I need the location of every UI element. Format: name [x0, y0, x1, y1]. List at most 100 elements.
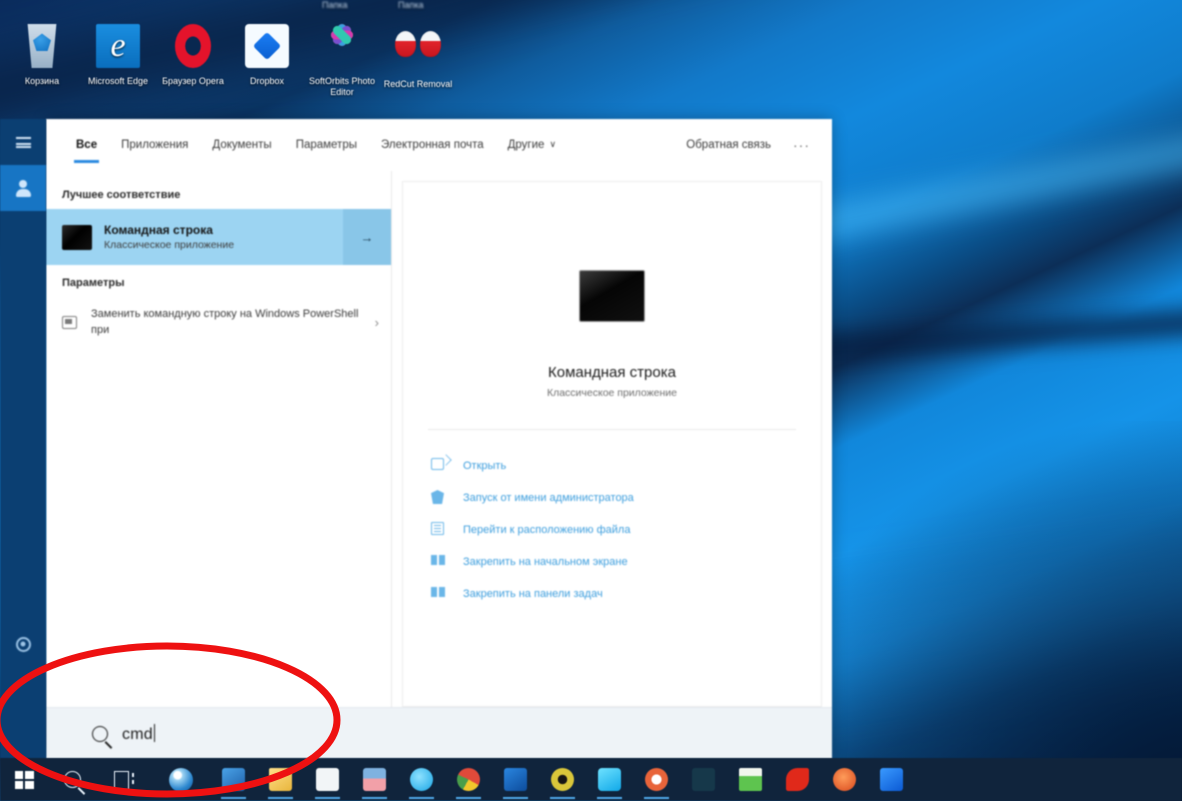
action-open-file-location[interactable]: Перейти к расположению файла — [431, 514, 821, 546]
taskbar-app[interactable] — [304, 758, 351, 801]
taskbar-app[interactable] — [257, 758, 304, 801]
taskbar-app[interactable] — [398, 758, 445, 801]
taskbar-app[interactable] — [210, 758, 257, 801]
desktop-icon-label-cut: Папка — [398, 0, 424, 10]
desktop-icon-dropbox[interactable]: Dropbox — [228, 22, 306, 87]
windows-desktop: Папка Папка Корзина e Microsoft Edge Бра… — [0, 0, 1182, 801]
chrome-app-icon — [457, 768, 480, 791]
task-view-icon — [114, 771, 134, 790]
more-options-button[interactable]: ··· — [785, 137, 818, 153]
taskbar-app[interactable] — [821, 758, 868, 801]
yellow-app-icon — [551, 768, 574, 791]
taskbar-app[interactable] — [445, 758, 492, 801]
dark-app-icon — [692, 768, 715, 791]
action-pin-to-taskbar[interactable]: Закрепить на панели задач — [431, 578, 821, 610]
action-label: Запуск от имени администратора — [463, 492, 634, 504]
text-caret — [153, 723, 155, 742]
desktop-icon-label: Dropbox — [249, 76, 285, 86]
hamburger-icon — [15, 136, 31, 148]
tab-label: Электронная почта — [381, 139, 484, 151]
dropbox-icon — [243, 24, 291, 72]
taskbar-app[interactable] — [868, 758, 915, 801]
task-view-button[interactable] — [96, 758, 152, 801]
taskbar-app[interactable] — [633, 758, 680, 801]
tab-label: Приложения — [121, 139, 189, 151]
tab-documents[interactable]: Документы — [200, 119, 283, 171]
preview-action-list: Открыть Запуск от имени администратора П… — [403, 430, 821, 610]
redcut-removal-icon — [394, 27, 442, 75]
taskbar-app[interactable] — [680, 758, 727, 801]
action-run-as-administrator[interactable]: Запуск от имени администратора — [431, 482, 821, 514]
taskbar-app[interactable] — [774, 758, 821, 801]
search-results-column: Лучшее соответствие Командная строка Кла… — [46, 171, 392, 707]
tab-email[interactable]: Электронная почта — [369, 119, 496, 171]
preview-subtitle: Классическое приложение — [546, 387, 678, 399]
desktop-icon-recycle-bin[interactable]: Корзина — [3, 22, 81, 87]
desktop-icon-opera[interactable]: Браузер Opera — [154, 22, 232, 87]
rail-settings-button[interactable] — [0, 621, 46, 667]
command-prompt-icon — [62, 224, 92, 250]
microsoft-edge-icon: e — [94, 24, 142, 72]
best-match-header: Лучшее соответствие — [62, 189, 181, 201]
tab-label: Документы — [212, 139, 272, 151]
search-input[interactable]: cmd — [122, 723, 155, 744]
folder-icon — [431, 522, 449, 538]
cyan-app-icon — [598, 768, 621, 791]
taskbar-app[interactable] — [351, 758, 398, 801]
shield-icon — [431, 490, 449, 506]
result-arrow-icon[interactable]: → — [343, 209, 391, 265]
desktop-icon-photo-editor[interactable]: SoftOrbits Photo Editor — [303, 22, 381, 98]
result-row-command-prompt[interactable]: Командная строка Классическое приложение… — [46, 209, 391, 265]
tab-settings[interactable]: Параметры — [284, 119, 369, 171]
skype-app-icon — [410, 768, 433, 791]
desktop-icon-redcut-removal[interactable]: RedCut Removal — [379, 22, 457, 90]
result-subtitle: Классическое приложение — [104, 238, 235, 251]
chevron-right-icon: › — [374, 314, 379, 330]
office-app-icon — [316, 768, 339, 791]
desktop-icon-label: Microsoft Edge — [87, 76, 149, 86]
taskbar-app[interactable] — [539, 758, 586, 801]
start-button[interactable] — [0, 758, 48, 801]
settings-result-row[interactable]: Заменить командную строку на Windows Pow… — [46, 297, 391, 347]
chevron-down-icon: ∨ — [549, 138, 557, 149]
blue2-app-icon — [880, 768, 903, 791]
preview-title: Командная строка — [548, 364, 676, 381]
tab-apps[interactable]: Приложения — [109, 119, 200, 171]
tab-all[interactable]: Все — [64, 119, 109, 171]
green-app-icon — [739, 768, 762, 791]
taskbar-app[interactable] — [492, 758, 539, 801]
action-open[interactable]: Открыть — [431, 450, 821, 482]
cortana-button[interactable] — [152, 758, 210, 801]
windows-search-panel: Все Приложения Документы Параметры Элект… — [46, 119, 832, 759]
pin-taskbar-icon — [431, 586, 449, 602]
taskbar-app[interactable] — [727, 758, 774, 801]
action-pin-to-start[interactable]: Закрепить на начальном экране — [431, 546, 821, 578]
command-prompt-large-icon — [579, 270, 645, 322]
tab-label: Другие — [507, 139, 545, 151]
settings-item-icon — [62, 315, 77, 329]
tab-more[interactable]: Другие ∨ — [496, 119, 568, 171]
photo-editor-icon — [318, 24, 366, 72]
desktop-icon-microsoft-edge[interactable]: e Microsoft Edge — [79, 22, 157, 87]
desktop-icon-label: Корзина — [24, 76, 60, 86]
preview-card: Командная строка Классическое приложение… — [402, 181, 822, 707]
search-input-strip[interactable]: cmd — [46, 707, 832, 759]
action-label: Закрепить на панели задач — [463, 588, 603, 600]
antivirus-app-icon — [363, 768, 386, 791]
rail-hamburger-button[interactable] — [0, 119, 46, 165]
cortana-icon — [169, 767, 193, 792]
settings-gear-icon — [15, 636, 31, 652]
recycle-bin-icon — [18, 24, 66, 72]
windows-logo-icon — [14, 770, 34, 789]
feedback-link[interactable]: Обратная связь — [672, 139, 785, 151]
taskbar-search-button[interactable] — [48, 758, 96, 801]
result-text-wrap: Командная строка Классическое приложение — [104, 223, 343, 252]
user-account-icon — [15, 179, 32, 197]
orange-app-icon — [833, 768, 856, 791]
taskbar-app[interactable] — [586, 758, 633, 801]
windows-taskbar — [0, 758, 1182, 801]
taskbar-app-list — [210, 758, 915, 801]
rail-account-button[interactable] — [0, 165, 46, 211]
search-preview-column: Командная строка Классическое приложение… — [392, 171, 832, 707]
blue-app-icon — [504, 768, 527, 791]
